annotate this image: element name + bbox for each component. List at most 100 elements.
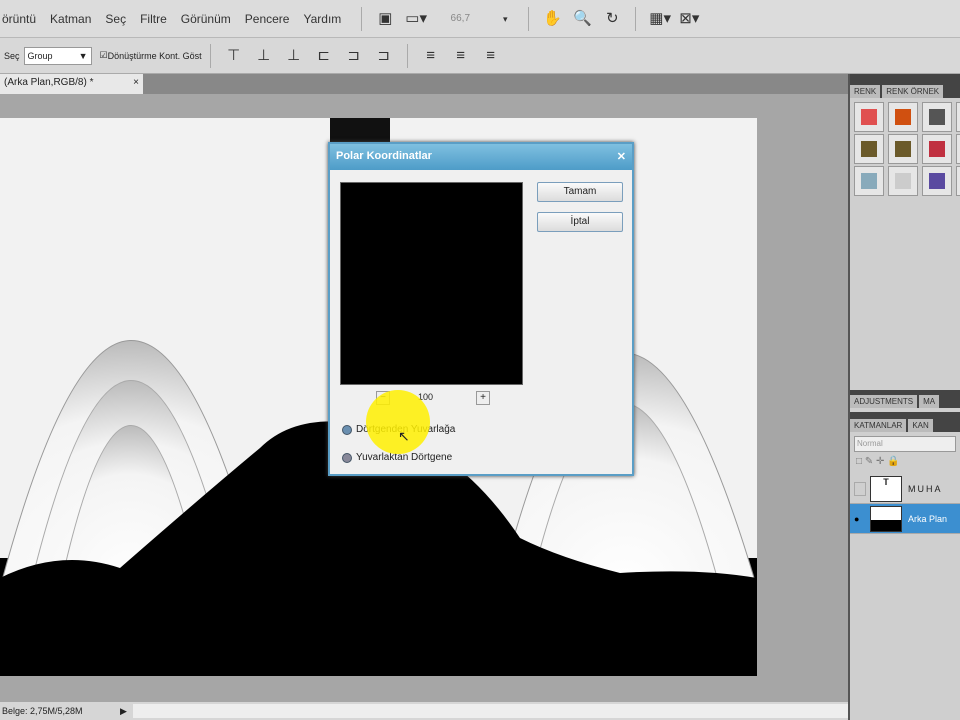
arrange-icon[interactable]: ▦▾ bbox=[649, 10, 671, 28]
style-swatch[interactable] bbox=[956, 134, 960, 164]
status-menu-arrow[interactable]: ▶ bbox=[120, 706, 127, 717]
close-icon[interactable]: ✕ bbox=[617, 150, 626, 164]
document-tab-bar: (Arka Plan,RGB/8) * × bbox=[0, 74, 848, 94]
menu-help[interactable]: Yardım bbox=[303, 12, 341, 26]
style-swatch[interactable] bbox=[922, 166, 952, 196]
close-icon[interactable]: × bbox=[133, 77, 139, 91]
radio-icon bbox=[342, 452, 352, 463]
distribute-icon[interactable]: ≡ bbox=[481, 47, 501, 65]
auto-select-label: Seç bbox=[4, 50, 20, 61]
distribute-icon[interactable]: ≡ bbox=[421, 47, 441, 65]
divider bbox=[209, 43, 211, 68]
layer-thumbnail bbox=[870, 505, 902, 532]
document-size: Belge: 2,75M/5,28M bbox=[2, 706, 83, 716]
layers-tabs: KATMANLAR KAN bbox=[850, 412, 960, 432]
align-middle-icon[interactable]: ⊥ bbox=[254, 47, 274, 65]
dialog-title: Polar Koordinatlar bbox=[336, 150, 432, 162]
layer-row[interactable]: T MUHA bbox=[850, 474, 960, 504]
style-swatch[interactable] bbox=[854, 102, 884, 132]
swatch-color bbox=[929, 141, 945, 157]
panel-spacer bbox=[850, 200, 960, 390]
auto-select-dropdown[interactable]: Group ▼ bbox=[23, 46, 92, 65]
align-bottom-icon[interactable]: ⊥ bbox=[284, 47, 304, 65]
style-swatch[interactable] bbox=[854, 134, 884, 164]
swatch-color bbox=[929, 109, 945, 125]
style-swatch[interactable] bbox=[888, 134, 918, 164]
rotate-view-icon[interactable]: ↻ bbox=[602, 10, 622, 28]
swatch-color bbox=[929, 173, 945, 189]
radio-label: Yuvarlaktan Dörtgene bbox=[356, 452, 453, 463]
hand-icon[interactable]: ✋ bbox=[542, 10, 562, 28]
align-right-icon[interactable]: ⊐ bbox=[374, 47, 394, 65]
swatch-color bbox=[861, 173, 877, 189]
auto-select-value: Group bbox=[27, 50, 53, 61]
style-swatch[interactable] bbox=[854, 166, 884, 196]
layer-name: Arka Plan bbox=[908, 513, 948, 524]
menu-filter[interactable]: Filtre bbox=[140, 12, 167, 26]
chevron-down-icon: ▼ bbox=[78, 50, 88, 61]
screen-icon[interactable]: ⊠▾ bbox=[679, 10, 699, 28]
menu-bar: örüntü Katman Seç Filtre Görünüm Pencere… bbox=[0, 0, 960, 38]
layer-lock-icons[interactable]: □ ✎ ✛ 🔒 bbox=[850, 456, 960, 474]
align-left-icon[interactable]: ⊏ bbox=[314, 47, 334, 65]
style-swatch[interactable] bbox=[956, 102, 960, 132]
radio-checked-icon bbox=[342, 424, 352, 435]
align-center-icon[interactable]: ⊐ bbox=[344, 47, 364, 65]
visibility-toggle[interactable] bbox=[854, 481, 866, 496]
style-swatch[interactable] bbox=[888, 166, 918, 196]
document-tab-title: (Arka Plan,RGB/8) * bbox=[4, 77, 94, 88]
menu-select[interactable]: Seç bbox=[105, 12, 126, 26]
tab-swatches[interactable]: RENK ÖRNEK bbox=[882, 85, 944, 98]
layer-row[interactable]: ● Arka Plan bbox=[850, 504, 960, 534]
eye-icon[interactable]: ● bbox=[854, 514, 866, 524]
ok-button[interactable]: Tamam bbox=[537, 182, 623, 202]
swatch-color bbox=[895, 141, 911, 157]
swatch-color bbox=[895, 173, 911, 189]
layer-name: MUHA bbox=[908, 483, 943, 494]
screen-mode-icon[interactable]: ▭▾ bbox=[405, 10, 427, 28]
cancel-button[interactable]: İptal bbox=[537, 212, 623, 232]
zoom-level[interactable]: 66,7 bbox=[435, 10, 485, 28]
menu-window[interactable]: Pencere bbox=[245, 12, 290, 26]
document-tab[interactable]: (Arka Plan,RGB/8) * × bbox=[0, 74, 143, 94]
style-swatch[interactable] bbox=[922, 102, 952, 132]
zoom-icon[interactable]: 🔍 bbox=[572, 10, 592, 28]
style-swatch[interactable] bbox=[888, 102, 918, 132]
swatch-color bbox=[861, 141, 877, 157]
tab-layers[interactable]: KATMANLAR bbox=[850, 419, 907, 432]
blend-mode-select[interactable]: Normal bbox=[854, 436, 956, 452]
horizontal-scrollbar[interactable] bbox=[132, 704, 848, 718]
options-bar: Seç Group ▼ ☑ Dönüştürme Kont. Göst ⊤ ⊥ ⊥… bbox=[0, 38, 960, 74]
style-swatch[interactable] bbox=[922, 134, 952, 164]
status-bar: Belge: 2,75M/5,28M ▶ bbox=[0, 702, 848, 720]
chevron-down-icon[interactable]: ▾ bbox=[495, 10, 515, 28]
menu-view[interactable]: örüntü bbox=[2, 12, 36, 26]
tab-masks[interactable]: MA bbox=[919, 395, 940, 408]
text-layer-thumbnail: T bbox=[870, 475, 902, 502]
styles-grid bbox=[850, 98, 960, 200]
divider bbox=[406, 43, 408, 68]
align-top-icon[interactable]: ⊤ bbox=[224, 47, 244, 65]
divider bbox=[361, 6, 363, 31]
swatch-color bbox=[895, 109, 911, 125]
filter-preview[interactable] bbox=[340, 182, 523, 385]
transform-checkbox[interactable]: ☑ bbox=[100, 50, 108, 61]
divider bbox=[528, 6, 530, 31]
tab-color[interactable]: RENK bbox=[850, 85, 881, 98]
color-panel-tabs: RENK RENK ÖRNEK bbox=[850, 74, 960, 98]
transform-label: Dönüştürme Kont. Göst bbox=[107, 50, 202, 61]
menu-layer[interactable]: Katman bbox=[50, 12, 91, 26]
tab-adjustments[interactable]: ADJUSTMENTS bbox=[850, 395, 918, 408]
divider bbox=[635, 6, 637, 31]
mouse-cursor-icon: ↖ bbox=[398, 428, 410, 444]
adjustments-tabs: ADJUSTMENTS MA bbox=[850, 390, 960, 408]
zoom-in-button[interactable]: + bbox=[476, 391, 490, 405]
tab-channels[interactable]: KAN bbox=[908, 419, 933, 432]
swatch-color bbox=[861, 109, 877, 125]
right-panel: RENK RENK ÖRNEK ADJUSTMENTS MA KATMANLAR… bbox=[848, 74, 960, 720]
style-swatch[interactable] bbox=[956, 166, 960, 196]
dialog-title-bar: Polar Koordinatlar ✕ bbox=[330, 144, 632, 170]
bridge-icon[interactable]: ▣ bbox=[375, 10, 395, 28]
menu-view2[interactable]: Görünüm bbox=[181, 12, 231, 26]
distribute-icon[interactable]: ≡ bbox=[451, 47, 471, 65]
